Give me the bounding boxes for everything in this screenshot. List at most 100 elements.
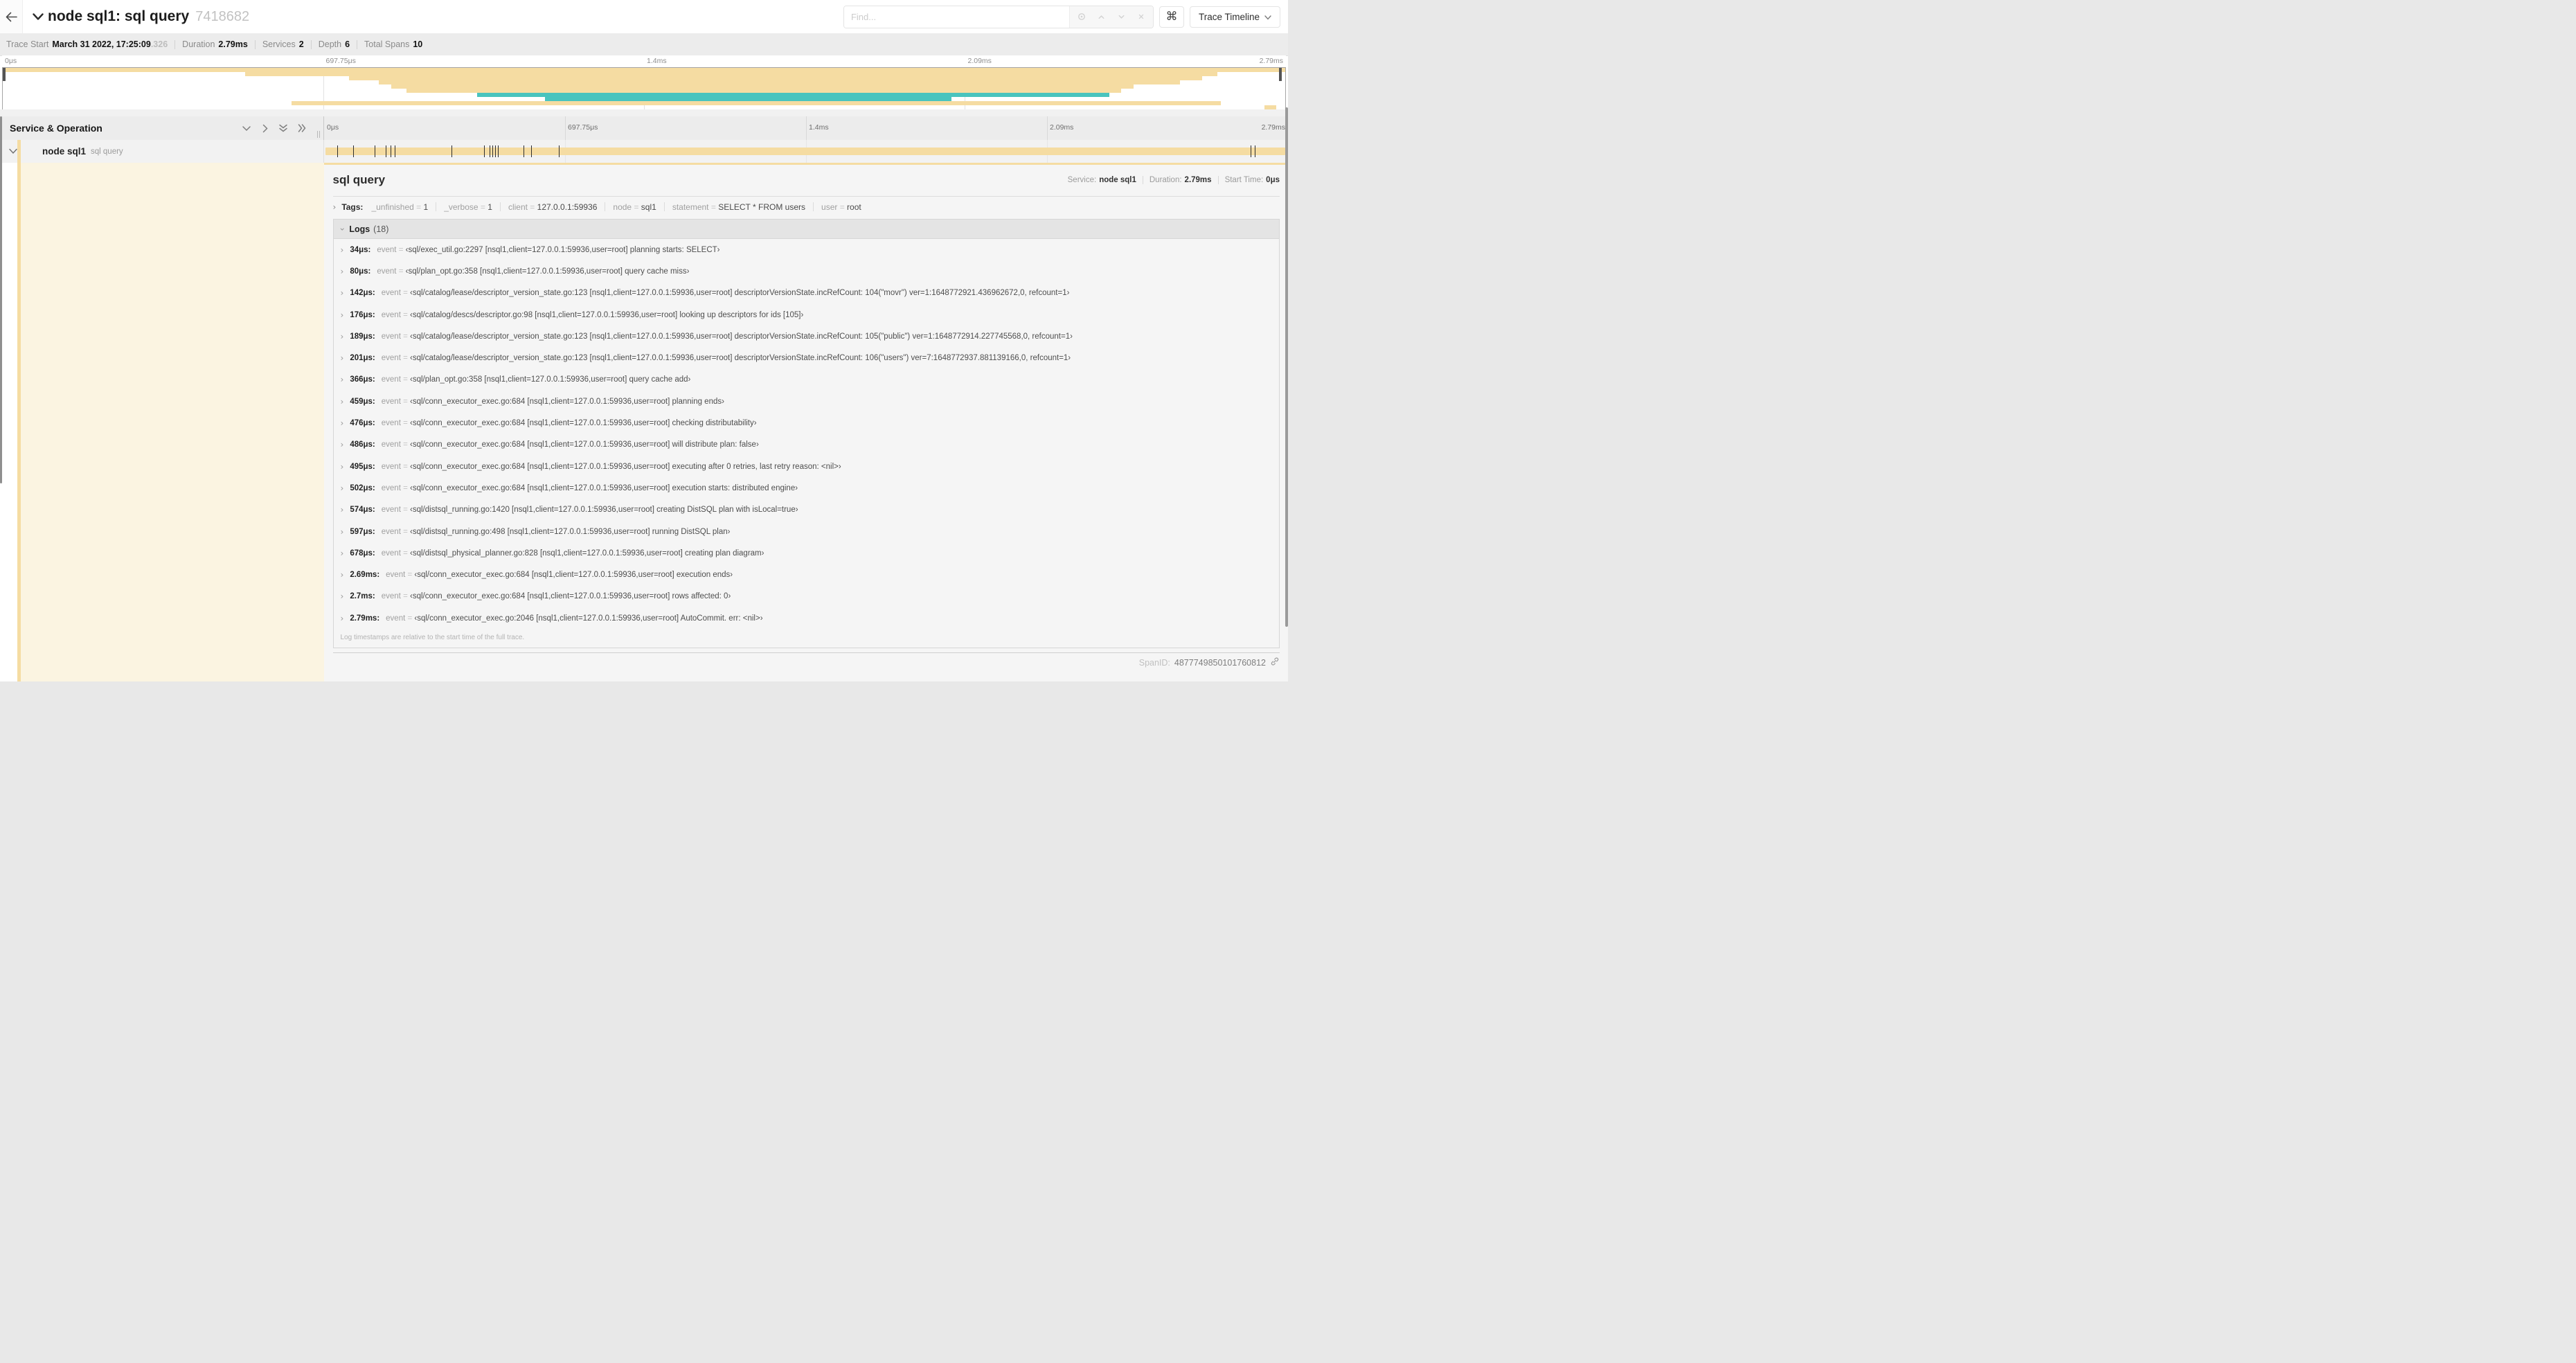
expand-all-icon[interactable] [297,123,307,133]
log-timestamp: 459μs: [350,397,375,406]
tree-controls [242,123,307,133]
locate-icon[interactable] [1074,9,1089,24]
log-entry-row[interactable]: › 502μs: event = ‹sql/conn_executor_exec.g… [334,477,1280,499]
tag-value: root [847,202,861,212]
log-field-key: event [381,483,401,492]
summary-value: 10 [413,39,423,49]
tag-item[interactable]: statement = SELECT * FROM users [672,202,805,212]
log-timestamp: 502μs: [350,483,375,492]
back-button[interactable] [0,0,23,33]
span-row-name-cell[interactable]: node sql1 sql query [0,140,323,163]
minimap-scrubber-left[interactable] [3,68,6,81]
trace-summary-item: Trace Start March 31 2022, 17:25:09.326 [6,39,168,49]
log-field-value: ‹sql/conn_executor_exec.go:684 [nsql1,cl… [410,462,841,471]
timeline-tick-label: 697.75μs [325,57,356,65]
column-resizer-grip[interactable] [317,131,320,138]
span-operation-name: sql query [91,147,123,156]
log-equals: = [396,245,406,254]
tag-divider [499,202,501,212]
meta-service-value: node sql1 [1099,176,1136,184]
log-entry-row[interactable]: › 201μs: event = ‹sql/catalog/lease/descri… [334,347,1280,368]
trace-summary-bar: Trace Start March 31 2022, 17:25:09.326 Du… [0,33,1288,56]
tags-row[interactable]: › Tags: _unfinished = 1 _verbose = 1 clien… [333,197,1280,217]
log-entry-row[interactable]: › 2.79ms: event = ‹sql/conn_executor_exec.… [334,607,1280,629]
logs-header[interactable]: › Logs (18) [333,220,1279,239]
minimap-scrubber-right[interactable] [1279,68,1282,81]
left-scrollbar-thumb[interactable] [0,116,2,483]
top-bar: node sql1: sql query 7418682 Find... ⌘ T… [0,0,1288,34]
span-duration-bar[interactable] [325,145,1286,157]
tag-item[interactable]: user = root [821,202,861,212]
log-expand-chevron-icon: › [340,418,344,429]
log-entry-row[interactable]: › 2.69ms: event = ‹sql/conn_executor_exec.… [334,564,1280,585]
tag-item[interactable]: client = 127.0.0.1:59936 [508,202,597,212]
log-equals: = [396,267,406,276]
timeline-tick-label: 2.79ms [1261,123,1285,132]
find-next-icon[interactable] [1113,9,1129,24]
log-entry-row[interactable]: › 366μs: event = ‹sql/plan_opt.go:358 [nsq… [334,369,1280,391]
tag-equals: = [413,202,424,212]
log-timestamp: 366μs: [350,375,375,384]
log-timestamp: 574μs: [350,506,375,515]
find-box [843,5,1154,28]
log-field-key: event [381,354,401,363]
logs-label: Logs [349,224,370,234]
jaeger-trace-page: node sql1: sql query 7418682 Find... ⌘ T… [0,0,1288,682]
find-prev-icon[interactable] [1094,9,1109,24]
log-expand-chevron-icon: › [340,331,344,341]
log-entry-row[interactable]: › 34μs: event = ‹sql/exec_util.go:2297 [ns… [334,239,1280,260]
log-marker-tick [353,145,355,157]
find-clear-icon[interactable] [1134,9,1149,24]
trace-minimap[interactable] [2,67,1286,110]
log-expand-chevron-icon: › [340,461,344,472]
log-entry-row[interactable]: › 176μs: event = ‹sql/catalog/descs/descri… [334,304,1280,326]
log-entry-row[interactable]: › 597μs: event = ‹sql/distsql_running.go:4… [334,521,1280,542]
log-timestamp: 2.7ms: [350,592,375,601]
collapse-all-icon[interactable] [278,123,288,133]
trace-summary-item: Total Spans 10 [364,39,422,49]
log-entry-row[interactable]: › 189μs: event = ‹sql/catalog/lease/descri… [334,326,1280,347]
deep-link-icon[interactable] [1270,657,1280,668]
tag-item[interactable]: node = sql1 [613,202,656,212]
log-entry-row[interactable]: › 2.7ms: event = ‹sql/conn_executor_exec.g… [334,586,1280,607]
log-entry-row[interactable]: › 80μs: event = ‹sql/plan_opt.go:358 [nsql… [334,260,1280,282]
log-entry-row[interactable]: › 574μs: event = ‹sql/distsql_running.go:1… [334,499,1280,521]
log-equals: = [400,483,411,492]
log-marker-tick [530,145,532,157]
toolbar: ⌘ Trace Timeline [843,5,1288,28]
log-timestamp: 495μs: [350,462,375,471]
expand-one-icon[interactable] [260,124,269,133]
log-entry-row[interactable]: › 486μs: event = ‹sql/conn_executor_exec.g… [334,434,1280,456]
log-field-key: event [381,289,401,298]
log-entry-row[interactable]: › 142μs: event = ‹sql/catalog/lease/descri… [334,283,1280,304]
trace-summary-item: Duration 2.79ms [182,39,248,49]
log-entry-row[interactable]: › 678μs: event = ‹sql/distsql_physical_pla… [334,542,1280,564]
span-row-timeline-cell[interactable] [323,140,1288,163]
trace-collapse-icon[interactable] [33,12,44,21]
tag-item[interactable]: _unfinished = 1 [371,202,428,212]
keyboard-shortcuts-button[interactable]: ⌘ [1159,6,1184,28]
log-field-key: event [381,419,401,428]
logs-collapse-chevron-icon: › [337,227,347,231]
log-entry-row[interactable]: › 459μs: event = ‹sql/conn_executor_exec.g… [334,391,1280,412]
log-entry-row[interactable]: › 476μs: event = ‹sql/conn_executor_exec.g… [334,412,1280,434]
log-field-value: ‹sql/conn_executor_exec.go:684 [nsql1,cl… [410,397,724,406]
log-expand-chevron-icon: › [340,613,344,623]
page-scrollbar-thumb[interactable] [1285,107,1288,627]
tags-label: Tags: [341,202,364,212]
span-collapse-icon[interactable] [9,148,17,154]
span-row[interactable]: node sql1 sql query [0,140,1288,163]
find-input[interactable] [843,6,1069,28]
tag-equals: = [837,202,848,212]
log-equals: = [400,397,411,406]
summary-divider [310,39,312,49]
log-timestamp: 189μs: [350,332,375,341]
meta-duration-label: Duration: [1149,176,1182,184]
log-marker-tick [558,145,560,157]
view-selector-dropdown[interactable]: Trace Timeline [1189,6,1280,28]
log-entry-row[interactable]: › 495μs: event = ‹sql/conn_executor_exec.g… [334,456,1280,477]
tag-value: SELECT * FROM users [718,202,806,212]
summary-label: Depth [318,39,342,49]
tag-item[interactable]: _verbose = 1 [444,202,492,212]
collapse-one-icon[interactable] [242,124,251,133]
